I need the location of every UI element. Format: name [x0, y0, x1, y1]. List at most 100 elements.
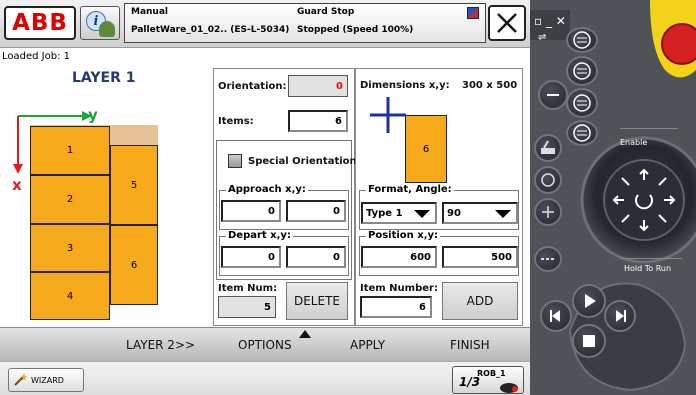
layer-box-1[interactable]: 1: [30, 126, 110, 175]
layer2-button[interactable]: LAYER 2>>: [126, 338, 195, 352]
rob-label: ROB_1: [477, 369, 506, 378]
play-icon: [585, 294, 596, 308]
step-forward-icon: [616, 310, 626, 322]
key-2-button[interactable]: [566, 56, 598, 86]
dashes-icon: [541, 258, 555, 260]
item-number-label: Item Number:: [360, 283, 438, 294]
approach-y-field[interactable]: 0: [286, 200, 346, 222]
wizard-task-button[interactable]: WIZARD: [8, 368, 84, 392]
layer-box-5[interactable]: 5: [110, 145, 158, 225]
depart-y-field[interactable]: 0: [286, 246, 346, 268]
guard-text: Guard Stop: [297, 7, 355, 17]
layer-box-4[interactable]: 4: [30, 272, 110, 320]
key-4-button[interactable]: [566, 120, 598, 146]
wizard-label: WIZARD: [31, 375, 64, 385]
format-dropdown[interactable]: Type 1: [361, 202, 437, 224]
increment-icon: [542, 206, 554, 218]
items-label: Items:: [218, 116, 254, 127]
joystick-arrows-icon[interactable]: [604, 160, 684, 240]
add-button[interactable]: ADD: [442, 282, 518, 320]
close-button[interactable]: [488, 5, 526, 41]
key-minus-button[interactable]: [538, 80, 568, 110]
state-text: Stopped (Speed 100%): [297, 25, 414, 35]
quickset-button[interactable]: ROB_1 1/3: [452, 366, 524, 394]
item-preview-box: 6: [405, 115, 447, 183]
mode-text: Manual: [131, 7, 169, 17]
rob-sub-label: 1/3: [459, 375, 481, 389]
menu-lines-icon: [573, 62, 591, 80]
depart-label: Depart x,y:: [226, 230, 293, 241]
chevron-down-icon: [414, 210, 430, 218]
increment-button[interactable]: [534, 198, 562, 226]
start-button[interactable]: [572, 284, 606, 318]
finish-button[interactable]: FINISH: [450, 338, 490, 352]
window-controls-icon[interactable]: ▫ _ ✕: [534, 14, 566, 28]
layer-box-6[interactable]: 6: [110, 225, 158, 305]
delete-button[interactable]: DELETE: [286, 282, 348, 320]
abb-logo: ABB: [12, 10, 68, 36]
status-panel[interactable]: Manual PalletWare_01_02.. (ES-L-5034) Gu…: [124, 3, 486, 43]
orientation-field[interactable]: 0: [288, 75, 348, 97]
item-num-field[interactable]: 5: [218, 296, 276, 318]
motion-mode-button[interactable]: [534, 166, 562, 194]
options-up-arrow-icon: [299, 330, 311, 338]
apply-button[interactable]: APPLY: [350, 338, 385, 352]
layer-box-2[interactable]: 2: [30, 175, 110, 224]
special-orientation-checkbox[interactable]: [228, 154, 242, 168]
pin-icon: ⇌: [538, 32, 547, 43]
loaded-job-label: Loaded Job: 1: [2, 51, 70, 62]
dimensions-label: Dimensions x,y:: [360, 80, 450, 91]
angle-value: 90: [447, 207, 461, 219]
format-angle-label: Format, Angle:: [366, 184, 454, 195]
stop-icon: [583, 335, 595, 347]
flexpendant-panel: ▫ _ ✕ ⇌ Enable Hold To Run: [530, 0, 696, 395]
items-field[interactable]: 6: [288, 110, 348, 132]
key-3-button[interactable]: [566, 88, 598, 118]
item-number-field[interactable]: 6: [360, 296, 432, 318]
dashes-button[interactable]: [534, 246, 562, 272]
orientation-label: Orientation:: [218, 81, 287, 92]
axis-y-label: y: [88, 106, 98, 124]
wizard-icon: [14, 373, 27, 386]
event-flag-icon: [467, 7, 479, 19]
step-back-button[interactable]: [540, 300, 572, 332]
key-1-button[interactable]: [566, 27, 598, 53]
menu-lines-icon: [573, 94, 591, 112]
rotate-icon: [541, 173, 555, 187]
position-x-field[interactable]: 600: [361, 246, 437, 268]
depart-x-field[interactable]: 0: [221, 246, 281, 268]
minus-icon: [547, 94, 559, 96]
step-back-icon: [550, 310, 560, 322]
options-button[interactable]: OPTIONS: [238, 338, 292, 352]
close-icon: [497, 13, 517, 33]
operator-info-button[interactable]: i: [80, 6, 120, 40]
chevron-down-icon: [495, 210, 511, 218]
menu-lines-icon: [573, 31, 591, 49]
position-y-field[interactable]: 500: [442, 246, 518, 268]
abb-menu-button[interactable]: ABB: [4, 6, 76, 40]
enable-label: Enable: [620, 138, 648, 147]
step-forward-button[interactable]: [604, 300, 636, 332]
bottom-nav: LAYER 2>> OPTIONS APPLY FINISH: [0, 327, 530, 361]
program-text: PalletWare_01_02.. (ES-L-5034): [131, 25, 290, 35]
hold-to-run-divider: [620, 258, 682, 259]
dimensions-value: 300 x 500: [462, 80, 518, 91]
person-icon: [99, 21, 115, 37]
approach-x-field[interactable]: 0: [221, 200, 281, 222]
special-orientation-label: Special Orientation: [248, 156, 357, 167]
mechanical-unit-button[interactable]: [534, 134, 562, 162]
enable-divider: [620, 128, 678, 129]
stop-button[interactable]: [572, 324, 606, 358]
approach-label: Approach x,y:: [226, 184, 308, 195]
layer-title: LAYER 1: [72, 70, 136, 86]
axis-x-label: x: [12, 176, 22, 194]
robot-arm-icon: [541, 140, 555, 154]
hold-to-run-label: Hold To Run: [624, 264, 672, 273]
menu-lines-icon: [573, 124, 591, 142]
origin-cross-icon: [370, 97, 406, 133]
position-label: Position x,y:: [366, 230, 441, 241]
angle-dropdown[interactable]: 90: [442, 202, 518, 224]
item-num-label: Item Num:: [218, 283, 278, 294]
robot-icon: [500, 383, 518, 393]
layer-box-3[interactable]: 3: [30, 224, 110, 272]
